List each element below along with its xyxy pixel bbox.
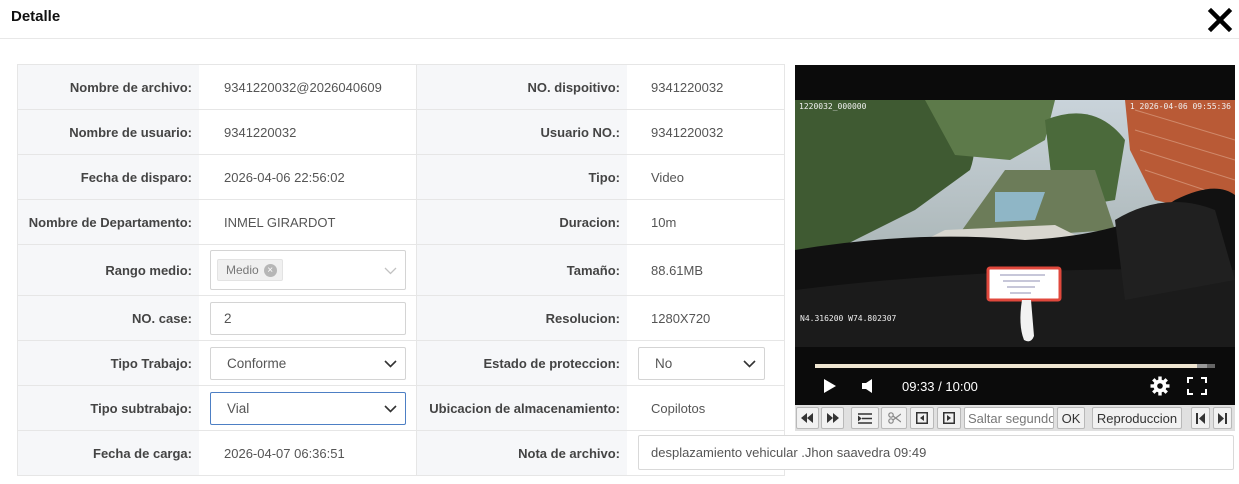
value-tipo: Video bbox=[651, 169, 685, 185]
row-nombre-usuario: Nombre de usuario: 9341220032 Usuario NO… bbox=[18, 110, 784, 155]
label-fecha-carga: Fecha de carga: bbox=[18, 431, 199, 475]
label-ubicacion: Ubicacion de almacenamiento: bbox=[416, 386, 627, 430]
detail-table: Nombre de archivo: 9341220032@2026040609… bbox=[17, 64, 785, 476]
play-icon[interactable] bbox=[823, 375, 837, 397]
label-no-dispositivo: NO. dispoitivo: bbox=[416, 65, 627, 109]
label-usuario-no: Usuario NO.: bbox=[416, 110, 627, 154]
estado-proteccion-select[interactable]: No bbox=[638, 346, 765, 380]
rango-medio-tag: Medio × bbox=[217, 259, 283, 281]
skip-seconds-input[interactable]: Saltar segundos bbox=[964, 407, 1054, 429]
label-no-case: NO. case: bbox=[18, 296, 199, 340]
label-estado-proteccion: Estado de proteccion: bbox=[416, 341, 627, 385]
label-tipo-subtrabajo: Tipo subtrabajo: bbox=[18, 386, 199, 430]
frame-back-icon[interactable] bbox=[910, 407, 934, 429]
value-duracion: 10m bbox=[651, 214, 677, 230]
frame-forward-icon[interactable] bbox=[937, 407, 961, 429]
row-tipo-trabajo: Tipo Trabajo: Conforme Estado de protecc… bbox=[18, 341, 784, 386]
chevron-down-icon bbox=[384, 267, 397, 275]
video-time-display: 09:33 / 10:00 bbox=[902, 378, 978, 394]
value-nombre-usuario: 9341220032 bbox=[224, 124, 297, 140]
playback-button[interactable]: Reproduccion bbox=[1092, 407, 1182, 429]
value-usuario-no: 9341220032 bbox=[651, 124, 724, 140]
value-nombre-archivo: 9341220032@2026040609 bbox=[224, 79, 382, 95]
label-nombre-archivo: Nombre de archivo: bbox=[18, 65, 199, 109]
skip-seconds-placeholder: Saltar segundos bbox=[968, 410, 1054, 426]
label-departamento: Nombre de Departamento: bbox=[18, 200, 199, 244]
video-player[interactable]: 1220032_000000 1 2026-04-06 09:55:36 N4.… bbox=[795, 65, 1235, 405]
player-toolbar: Saltar segundos OK Reproduccion bbox=[795, 405, 1235, 431]
video-progress-bar[interactable] bbox=[815, 364, 1215, 368]
fullscreen-icon[interactable] bbox=[1187, 375, 1207, 397]
rango-medio-cell: Medio × bbox=[199, 245, 416, 295]
label-nombre-usuario: Nombre de usuario: bbox=[18, 110, 199, 154]
list-icon[interactable] bbox=[851, 407, 879, 429]
tipo-subtrabajo-value: Vial bbox=[227, 400, 250, 416]
label-resolucion: Resolucion: bbox=[416, 296, 627, 340]
osd-top-left: 1220032_000000 bbox=[799, 102, 867, 111]
ok-button[interactable]: OK bbox=[1057, 407, 1085, 429]
label-nota-archivo: Nota de archivo: bbox=[416, 431, 627, 475]
row-tipo-subtrabajo: Tipo subtrabajo: Vial Ubicacion de almac… bbox=[18, 386, 784, 431]
nota-archivo-value: desplazamiento vehicular .Jhon saavedra … bbox=[651, 445, 927, 460]
value-fecha-disparo: 2026-04-06 22:56:02 bbox=[224, 169, 345, 185]
tipo-trabajo-cell: Conforme bbox=[199, 341, 416, 385]
skip-start-icon[interactable] bbox=[1191, 407, 1210, 429]
value-fecha-carga: 2026-04-07 06:36:51 bbox=[224, 445, 345, 461]
value-no-dispositivo: 9341220032 bbox=[651, 79, 724, 95]
value-resolucion: 1280X720 bbox=[651, 310, 711, 326]
label-fecha-disparo: Fecha de disparo: bbox=[18, 155, 199, 199]
no-case-cell: 2 bbox=[199, 296, 416, 340]
row-fecha-disparo: Fecha de disparo: 2026-04-06 22:56:02 Ti… bbox=[18, 155, 784, 200]
tipo-trabajo-value: Conforme bbox=[227, 355, 287, 371]
estado-proteccion-cell: No bbox=[627, 341, 784, 385]
label-duracion: Duracion: bbox=[416, 200, 627, 244]
osd-top-right: 1 2026-04-06 09:55:36 bbox=[1130, 102, 1231, 111]
label-tipo: Tipo: bbox=[416, 155, 627, 199]
label-tipo-trabajo: Tipo Trabajo: bbox=[18, 341, 199, 385]
skip-end-icon[interactable] bbox=[1213, 407, 1232, 429]
estado-proteccion-value: No bbox=[655, 355, 673, 371]
value-departamento: INMEL GIRARDOT bbox=[224, 214, 336, 230]
volume-icon[interactable] bbox=[861, 375, 875, 397]
chevron-down-icon bbox=[384, 359, 397, 368]
osd-coordinates: N4.316200 W74.802307 bbox=[800, 314, 897, 323]
nota-archivo-input[interactable]: desplazamiento vehicular .Jhon saavedra … bbox=[638, 435, 1234, 470]
no-case-value: 2 bbox=[224, 310, 232, 326]
scissors-icon[interactable] bbox=[881, 407, 907, 429]
close-icon[interactable] bbox=[1207, 7, 1233, 33]
value-ubicacion: Copilotos bbox=[651, 400, 706, 416]
dialog-header: Detalle bbox=[0, 0, 1239, 39]
chevron-down-icon bbox=[743, 359, 756, 368]
tipo-trabajo-select[interactable]: Conforme bbox=[210, 346, 406, 380]
row-no-case: NO. case: 2 Resolucion: 1280X720 bbox=[18, 296, 784, 341]
row-departamento: Nombre de Departamento: INMEL GIRARDOT D… bbox=[18, 200, 784, 245]
label-tamano: Tamaño: bbox=[416, 245, 627, 295]
rango-medio-select[interactable]: Medio × bbox=[210, 250, 406, 290]
tipo-subtrabajo-cell: Vial bbox=[199, 386, 416, 430]
row-nombre-archivo: Nombre de archivo: 9341220032@2026040609… bbox=[18, 65, 784, 110]
dialog-title: Detalle bbox=[11, 8, 61, 25]
tag-remove-icon[interactable]: × bbox=[263, 263, 277, 277]
video-frame[interactable]: 1220032_000000 1 2026-04-06 09:55:36 N4.… bbox=[795, 100, 1235, 347]
row-rango-medio: Rango medio: Medio × Tamaño: 88.61MB bbox=[18, 245, 784, 296]
rango-medio-tag-label: Medio bbox=[226, 263, 259, 277]
tipo-subtrabajo-select[interactable]: Vial bbox=[210, 391, 406, 425]
no-case-input[interactable]: 2 bbox=[210, 301, 406, 335]
video-progress-fill bbox=[815, 364, 1197, 368]
label-rango-medio: Rango medio: bbox=[18, 245, 199, 295]
rewind-icon[interactable] bbox=[796, 407, 819, 429]
chevron-down-icon bbox=[384, 404, 397, 413]
value-tamano: 88.61MB bbox=[651, 262, 704, 278]
settings-gear-icon[interactable] bbox=[1150, 375, 1170, 397]
fast-forward-icon[interactable] bbox=[821, 407, 844, 429]
